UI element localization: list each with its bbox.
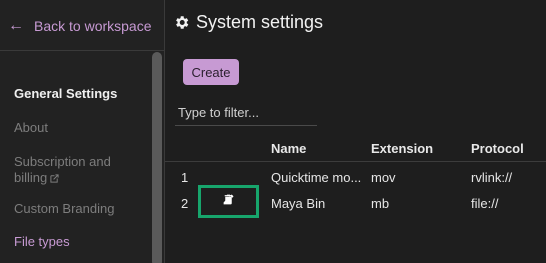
row-number: 2 [181,196,189,211]
row-actions [198,185,259,218]
settings-nav: General Settings About Subscription and … [14,84,144,249]
filter-input[interactable] [175,100,317,126]
row-name: Quicktime mo... [271,170,362,185]
trash-icon[interactable] [222,193,235,206]
row-extension: mov [371,170,396,185]
back-label: Back to workspace [34,18,152,34]
nav-item-custom-branding[interactable]: Custom Branding [14,201,114,216]
gear-icon [176,16,189,29]
nav-item-subscription-billing[interactable]: Subscription and billing [14,154,124,186]
arrow-left-icon: ← [8,17,24,34]
nav-item-label: About [14,120,48,135]
row-extension: mb [371,196,390,211]
row-protocol: file:// [471,196,499,211]
table-header: Name Extension Protocol [165,136,546,162]
nav-item-label: Custom Branding [14,201,115,216]
nav-item-label: File types [14,234,70,249]
column-header-name[interactable]: Name [271,141,306,156]
nav-heading-general-settings: General Settings [14,86,118,101]
external-link-icon [50,174,59,183]
nav-item-file-types[interactable]: File types [14,234,70,249]
sidebar-scrollbar[interactable] [152,52,162,263]
nav-item-about[interactable]: About [14,120,48,135]
page-title: System settings [173,12,323,33]
sidebar-divider [0,50,164,51]
create-button[interactable]: Create [183,59,239,85]
nav-item-label: Subscription and billing [14,154,111,185]
main-panel: System settings Create Name Extension Pr… [165,0,546,263]
column-header-extension[interactable]: Extension [371,141,433,156]
sidebar: ← Back to workspace General Settings Abo… [0,0,165,263]
row-number: 1 [181,170,189,185]
page-title-text: System settings [196,12,324,32]
column-header-protocol[interactable]: Protocol [471,141,524,156]
row-protocol: rvlink:// [471,170,513,185]
row-name: Maya Bin [271,196,326,211]
table-row[interactable]: 2 Maya Bin mb file:// [165,185,546,218]
back-to-workspace-link[interactable]: ← Back to workspace [8,14,152,38]
